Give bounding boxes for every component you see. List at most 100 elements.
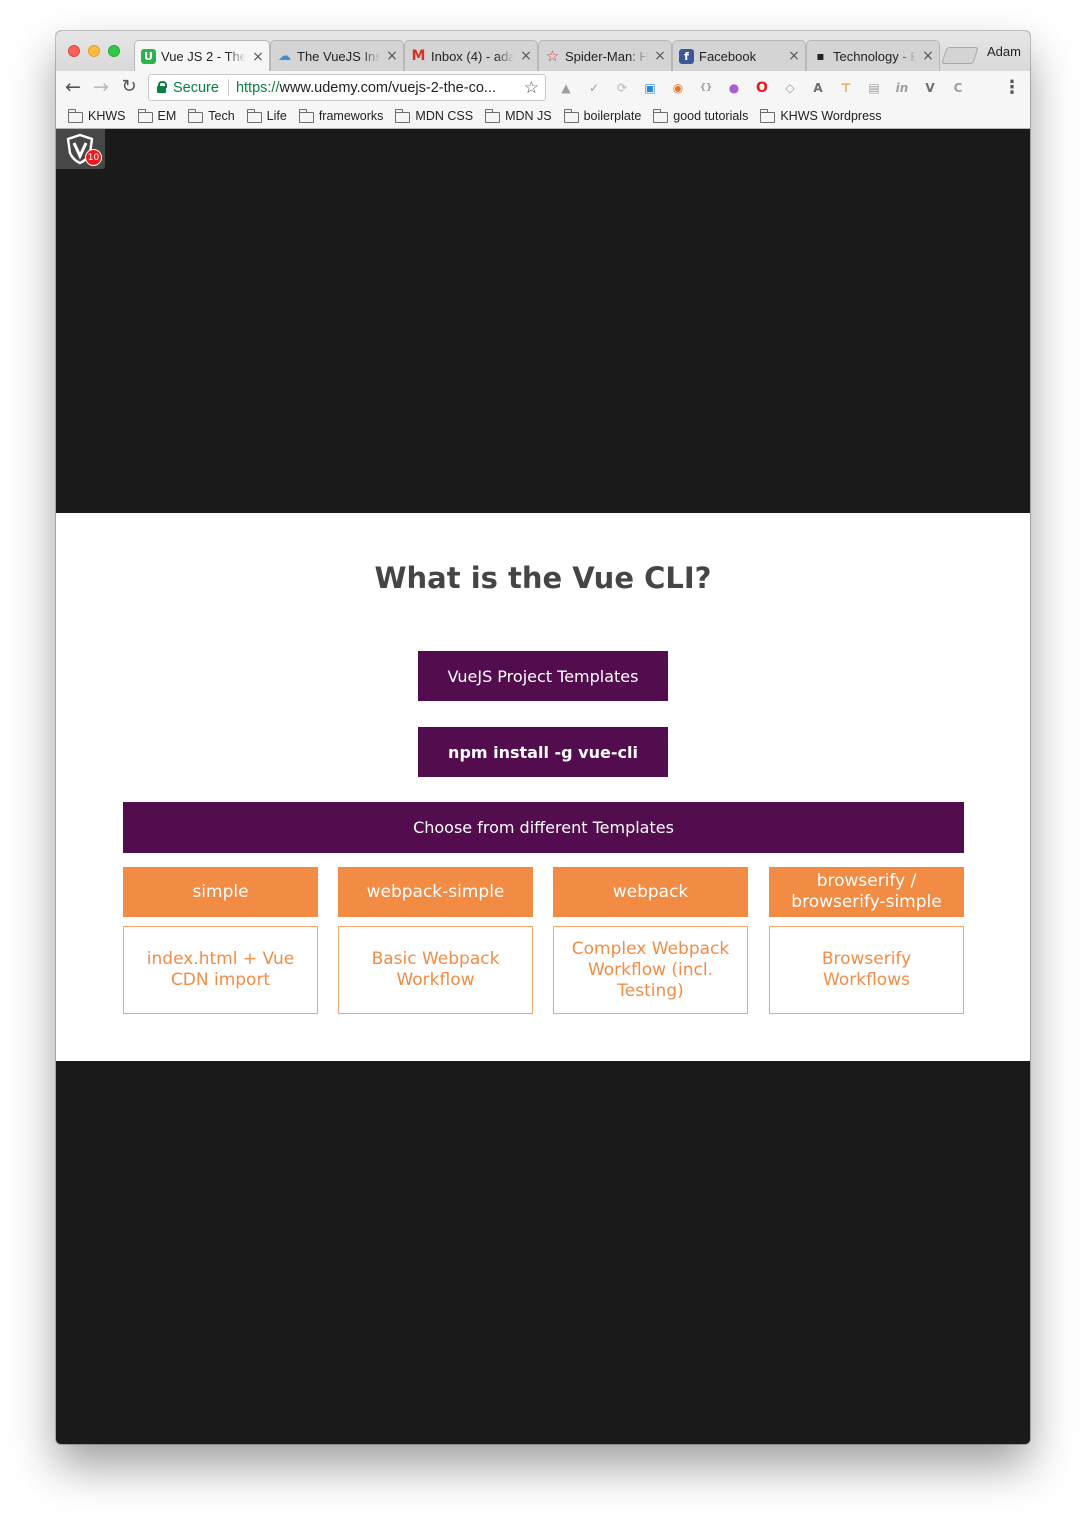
folder-icon [395, 108, 411, 123]
tab-facebook[interactable]: f Facebook × [672, 40, 806, 71]
tab-close-icon[interactable]: × [921, 48, 935, 64]
extensions-bar: ▲ ✓ ⟳ ▣ ◉ {} ● O ◇ A ⊤ ▤ in V C [556, 78, 968, 98]
udemy-icon: U [141, 49, 156, 64]
folder-icon [563, 108, 579, 123]
bookmark-label: Life [266, 109, 287, 123]
drive-icon[interactable]: ▲ [556, 78, 576, 98]
bookmarks-bar: KHWS EM Tech Life frameworks MDN CSS MDN… [56, 104, 1030, 129]
tab-spiderman[interactable]: ☆ Spider-Man: Homecoming × [538, 40, 672, 71]
reload-icon[interactable]: ↻ [118, 76, 140, 98]
folder-icon [653, 108, 669, 123]
badge-count: 10 [85, 149, 102, 166]
slide-title: What is the Vue CLI? [374, 561, 712, 595]
facebook-icon: f [679, 48, 694, 64]
color-picker-icon[interactable]: ◉ [668, 78, 688, 98]
template-browserify-description: Browserify Workflows [769, 926, 964, 1014]
angular-icon[interactable]: A [808, 78, 828, 98]
bookmark-mdn-css[interactable]: MDN CSS [395, 108, 474, 123]
tab-close-icon[interactable]: × [519, 48, 533, 64]
menu-kebab-icon[interactable]: ⋮ [1003, 77, 1021, 98]
tab-udemy[interactable]: U Vue JS 2 - The Complete Guide × [134, 40, 270, 72]
bookmark-khws-wordpress[interactable]: KHWS Wordpress [760, 108, 882, 123]
tab-vuejs-instance[interactable]: ☁ The VueJS Instance × [270, 40, 404, 71]
omnibox-divider [227, 79, 229, 96]
url-scheme: https:// [235, 79, 280, 96]
sync-icon[interactable]: ⟳ [612, 78, 632, 98]
template-webpack: webpack [553, 867, 748, 917]
minimize-window-button[interactable] [88, 45, 100, 57]
folder-icon [246, 108, 262, 123]
template-webpack-simple: webpack-simple [338, 867, 533, 917]
url-text: www.udemy.com/vuejs-2-the-co... [279, 79, 496, 96]
bbc-icon: ▪ [816, 49, 825, 63]
bookmark-label: EM [157, 109, 177, 123]
bookmark-label: Tech [208, 109, 235, 123]
forward-arrow-icon[interactable]: → [90, 76, 112, 98]
c-badge-icon[interactable]: C [948, 78, 968, 98]
address-bar[interactable]: Secure https:// www.udemy.com/vuejs-2-th… [148, 74, 546, 101]
opera-icon[interactable]: O [752, 78, 772, 98]
palette-icon[interactable]: ● [724, 78, 744, 98]
star-icon: ☆ [545, 47, 560, 65]
back-arrow-icon[interactable]: ← [62, 76, 84, 98]
template-simple: simple [123, 867, 318, 917]
tab-title: Facebook [699, 48, 757, 64]
template-browserify: browserify / browserify-simple [769, 867, 964, 917]
vue-devtools-icon[interactable]: V [920, 78, 940, 98]
lecture-slide: What is the Vue CLI? VueJS Project Templ… [56, 513, 1030, 1061]
bookmark-life[interactable]: Life [246, 108, 287, 123]
tab-title: The VueJS Instance [297, 48, 380, 64]
bookmark-tech[interactable]: Tech [188, 108, 235, 123]
tab-close-icon[interactable]: × [653, 48, 667, 64]
inbox-check-icon[interactable]: ✓ [584, 78, 604, 98]
folder-icon [137, 108, 153, 123]
tab-bbc-technology[interactable]: ▪ Technology - BBC News × [806, 40, 940, 71]
browser-window: U Vue JS 2 - The Complete Guide × ☁ The … [56, 31, 1030, 1444]
secure-label: Secure [173, 79, 219, 96]
npm-install-box: npm install -g vue-cli [418, 727, 668, 777]
window-icon[interactable]: ▤ [864, 78, 884, 98]
new-tab-button[interactable] [941, 47, 979, 64]
bookmark-label: MDN CSS [415, 109, 474, 123]
bookmark-label: MDN JS [505, 109, 552, 123]
bookmark-label: good tutorials [673, 109, 749, 123]
bookmark-good-tutorials[interactable]: good tutorials [653, 108, 749, 123]
maximize-window-button[interactable] [108, 45, 120, 57]
tab-close-icon[interactable]: × [251, 49, 265, 65]
tab-strip: U Vue JS 2 - The Complete Guide × ☁ The … [56, 31, 1030, 72]
tab-close-icon[interactable]: × [385, 48, 399, 64]
bookmark-label: KHWS [88, 109, 126, 123]
gmail-icon: M [411, 48, 426, 64]
tab-title: Spider-Man: Homecoming [565, 48, 648, 64]
bookmark-khws[interactable]: KHWS [68, 108, 126, 123]
folder-icon [760, 108, 776, 123]
folder-icon [485, 108, 501, 123]
lock-icon [157, 81, 167, 93]
folder-icon [188, 108, 204, 123]
video-player-area[interactable]: 10 What is the Vue CLI? VueJS Project Te… [56, 129, 1030, 1444]
folder-icon [298, 108, 314, 123]
json-icon[interactable]: {} [696, 78, 716, 98]
template-webpack-simple-description: Basic Webpack Workflow [338, 926, 533, 1014]
tab-close-icon[interactable]: × [787, 48, 801, 64]
shield-icon[interactable]: ◇ [780, 78, 800, 98]
bookmark-em[interactable]: EM [137, 108, 177, 123]
close-window-button[interactable] [68, 45, 80, 57]
choose-templates-banner: Choose from different Templates [123, 802, 964, 853]
bookmark-mdn-js[interactable]: MDN JS [485, 108, 552, 123]
browser-toolbar: ← → ↻ Secure https:// www.udemy.com/vuej… [56, 71, 1030, 104]
template-webpack-description: Complex Webpack Workflow (incl. Testing) [553, 926, 748, 1014]
hammer-icon[interactable]: ⊤ [836, 78, 856, 98]
tab-gmail[interactable]: M Inbox (4) - adam × [404, 40, 538, 71]
linkedin-icon[interactable]: in [892, 78, 912, 98]
template-simple-description: index.html + Vue CDN import [123, 926, 318, 1014]
bookmark-boilerplate[interactable]: boilerplate [563, 108, 642, 123]
bookmark-label: boilerplate [583, 109, 642, 123]
project-templates-box: VueJS Project Templates [418, 651, 668, 701]
cloud-icon: ☁ [278, 48, 291, 64]
bookmark-frameworks[interactable]: frameworks [298, 108, 383, 123]
bookmark-star-icon[interactable]: ☆ [524, 78, 539, 98]
profile-name[interactable]: Adam [987, 44, 1021, 59]
ublock-extension-button[interactable]: 10 [56, 129, 105, 169]
screen-icon[interactable]: ▣ [640, 78, 660, 98]
